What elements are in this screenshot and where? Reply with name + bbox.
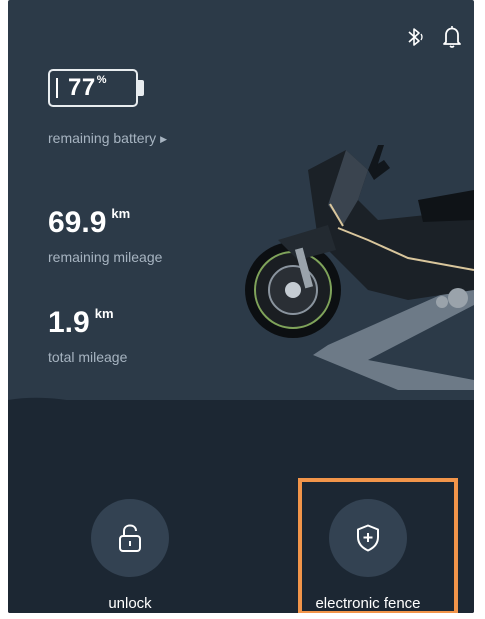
app-screen: 77 % remaining battery ▶ 69.9 km remaining… — [8, 0, 474, 613]
battery-percent-value: 77 — [68, 74, 96, 101]
header-icons — [402, 24, 464, 50]
scooter-image — [245, 145, 474, 390]
battery-indicator: 77 % — [48, 69, 138, 107]
total-mileage-unit: km — [94, 306, 114, 321]
battery-tip — [138, 80, 144, 96]
battery-level-bar — [56, 78, 58, 98]
unlock-icon — [119, 524, 141, 552]
highlight-box — [298, 478, 458, 613]
remaining-battery-label: remaining battery — [48, 130, 157, 146]
remaining-mileage-label: remaining mileage — [48, 249, 163, 265]
remaining-mileage-unit: km — [111, 206, 131, 221]
remaining-mileage: 69.9 km — [48, 206, 130, 240]
remaining-battery-link[interactable]: remaining battery ▶ — [48, 130, 167, 146]
total-mileage-label: total mileage — [48, 349, 128, 365]
bluetooth-icon[interactable] — [402, 25, 426, 49]
remaining-mileage-value: 69.9 — [48, 206, 107, 239]
unlock-label: unlock — [108, 595, 152, 612]
bell-icon[interactable] — [440, 24, 464, 50]
total-mileage-value: 1.9 — [48, 306, 90, 339]
unlock-button[interactable]: unlock — [80, 499, 180, 612]
battery-percent-unit: % — [96, 74, 107, 86]
total-mileage: 1.9 km — [48, 306, 114, 340]
unlock-button-circle[interactable] — [91, 499, 169, 577]
chevron-right-icon: ▶ — [160, 134, 168, 144]
